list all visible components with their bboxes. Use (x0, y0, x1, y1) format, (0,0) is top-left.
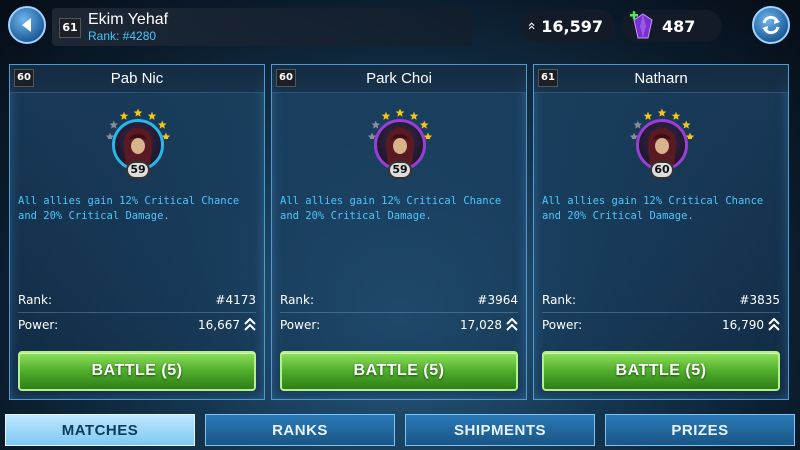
opponent-portrait[interactable]: 59 (106, 103, 170, 179)
opponent-portrait[interactable]: 60 (630, 103, 694, 179)
top-bar: 61 Ekim Yehaf Rank: #4280 16,597 487 (0, 0, 800, 52)
star-filled-icon (657, 108, 667, 117)
power-currency: 16,597 (520, 10, 615, 42)
refresh-icon (762, 15, 780, 35)
tab-shipments[interactable]: SHIPMENTS (405, 414, 595, 446)
back-arrow-icon (22, 18, 31, 32)
power-value: 16,790 (722, 318, 764, 332)
opponent-name: Pab Nic (110, 70, 164, 87)
star-empty-icon (633, 120, 642, 129)
rank-label: Rank: (280, 293, 315, 307)
rank-label: Rank: (542, 293, 577, 307)
portrait-level-badge: 59 (388, 161, 412, 179)
rank-row: Rank: #4173 (18, 291, 256, 311)
rank-value: #3964 (477, 293, 518, 307)
power-value: 17,028 (460, 318, 502, 332)
card-header: 60 Park Choi (272, 65, 526, 93)
opponent-name: Natharn (634, 70, 688, 87)
star-filled-icon (682, 120, 691, 129)
crystal-icon (630, 11, 653, 39)
power-label: Power: (18, 318, 59, 332)
chevron-up-double-icon (244, 318, 256, 331)
back-button[interactable] (8, 6, 46, 44)
battle-button[interactable]: BATTLE (5) (280, 351, 518, 391)
player-level: 61 (59, 18, 81, 38)
rank-row: Rank: #3835 (542, 291, 780, 311)
power-row: Power: 16,667 (18, 316, 256, 336)
portrait-level-badge: 59 (126, 161, 150, 179)
battle-button[interactable]: BATTLE (5) (18, 351, 256, 391)
rank-label: Rank: (18, 293, 53, 307)
star-filled-icon (420, 120, 429, 129)
player-rank: Rank: #4280 (88, 29, 157, 43)
tab-prizes[interactable]: PRIZES (605, 414, 795, 446)
rank-row: Rank: #3964 (280, 291, 518, 311)
card-header: 60 Pab Nic (10, 65, 264, 93)
divider (18, 312, 256, 313)
star-filled-icon (119, 111, 129, 120)
rank-value: #4173 (215, 293, 256, 307)
opponent-name: Park Choi (366, 70, 432, 87)
leader-ability-text: All allies gain 12% Critical Chance and … (280, 195, 502, 222)
opponent-portrait[interactable]: 59 (368, 103, 432, 179)
star-filled-icon (158, 120, 167, 129)
power-value: 16,597 (541, 16, 603, 36)
chevron-up-double-icon (506, 318, 518, 331)
divider (280, 312, 518, 313)
star-filled-icon (133, 108, 143, 117)
star-empty-icon (109, 120, 118, 129)
card-header: 61 Natharn (534, 65, 788, 93)
power-row: Power: 16,790 (542, 316, 780, 336)
leader-ability-text: All allies gain 12% Critical Chance and … (18, 195, 240, 222)
star-filled-icon (147, 111, 157, 120)
opponent-card: 60 Park Choi 59 All allies gain 12% Crit… (271, 64, 527, 400)
star-filled-icon (381, 111, 391, 120)
star-filled-icon (409, 111, 419, 120)
chevron-up-double-icon (768, 318, 780, 331)
player-panel: 61 Ekim Yehaf Rank: #4280 (52, 8, 472, 46)
power-label: Power: (542, 318, 583, 332)
star-filled-icon (671, 111, 681, 120)
battle-button[interactable]: BATTLE (5) (542, 351, 780, 391)
opponent-card: 61 Natharn 60 All allies gain 12% Critic… (533, 64, 789, 400)
star-empty-icon (371, 120, 380, 129)
power-label: Power: (280, 318, 321, 332)
portrait-level-badge: 60 (650, 161, 674, 179)
power-row: Power: 17,028 (280, 316, 518, 336)
rank-value: #3835 (739, 293, 780, 307)
opponent-card: 60 Pab Nic 59 All allies gain 12% Critic… (9, 64, 265, 400)
tab-matches[interactable]: MATCHES (5, 414, 195, 446)
power-value: 16,667 (198, 318, 240, 332)
tab-ranks[interactable]: RANKS (205, 414, 395, 446)
crystals-value: 487 (662, 16, 696, 36)
star-filled-icon (395, 108, 405, 117)
refresh-button[interactable] (752, 6, 790, 44)
crystal-currency[interactable]: 487 (622, 10, 722, 42)
leader-ability-text: All allies gain 12% Critical Chance and … (542, 195, 764, 222)
star-filled-icon (643, 111, 653, 120)
divider (542, 312, 780, 313)
player-name: Ekim Yehaf (88, 11, 169, 28)
chevron-up-double-icon (528, 22, 535, 30)
